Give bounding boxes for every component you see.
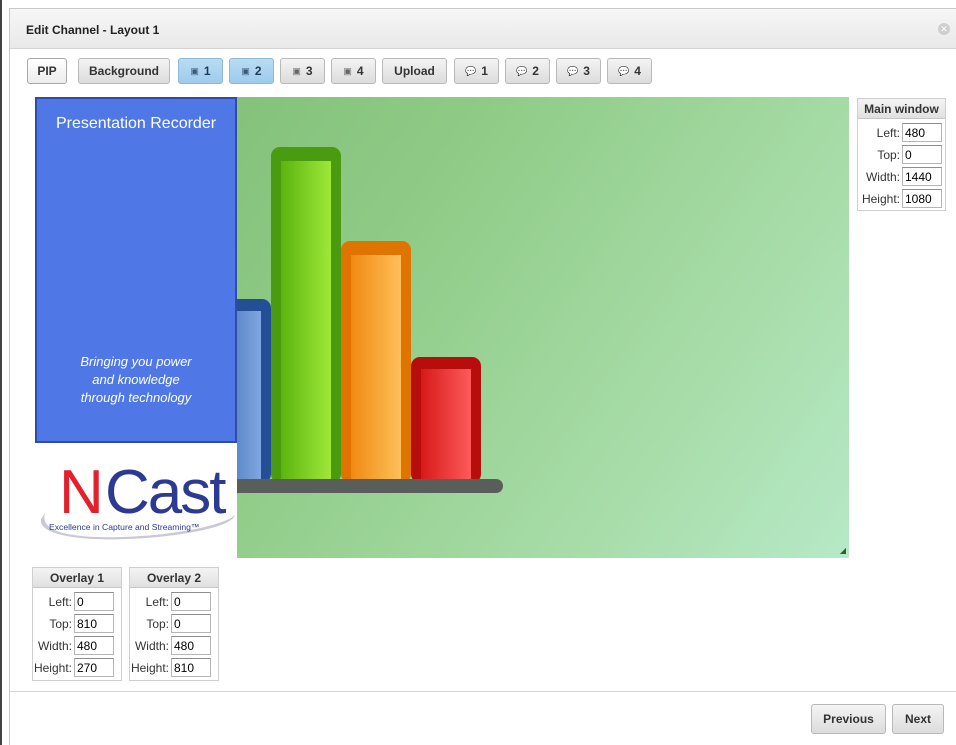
- text-slot-label: 2: [532, 64, 539, 78]
- layout-preview: ◢ Presentation Recorder Bringing you pow…: [35, 97, 849, 558]
- text-slot-3-button[interactable]: 💬 3: [556, 58, 601, 84]
- overlay-1-tagline: Bringing you power and knowledge through t…: [80, 354, 192, 405]
- close-icon[interactable]: ✕: [938, 23, 950, 35]
- next-button[interactable]: Next: [892, 704, 944, 734]
- height-label: Height:: [130, 660, 169, 675]
- background-button[interactable]: Background: [78, 58, 170, 84]
- window-edge: [0, 0, 2, 745]
- svg-text:Cast: Cast: [105, 458, 226, 527]
- image-slot-label: 3: [305, 64, 313, 78]
- upload-button[interactable]: Upload: [382, 58, 447, 84]
- text-icon: 💬: [618, 65, 630, 76]
- pip-button[interactable]: PIP: [27, 58, 67, 84]
- height-label: Height:: [861, 191, 900, 206]
- image-slot-2-button[interactable]: ▣ 2: [229, 58, 274, 84]
- image-slot-3-button[interactable]: ▣ 3: [280, 58, 325, 84]
- overlay-1-panel: Overlay 1 Left: Top: Width: Height:: [32, 567, 122, 681]
- text-slot-label: 3: [583, 64, 590, 78]
- footer-divider: [10, 691, 956, 692]
- image-slot-label: 4: [356, 64, 364, 78]
- overlay-1-panel-title: Overlay 1: [33, 568, 121, 588]
- overlay-1-top-input[interactable]: [74, 614, 114, 633]
- text-slot-2-button[interactable]: 💬 2: [505, 58, 550, 84]
- ncast-logo: N Cast Excellence in Capture and Streami…: [40, 458, 236, 540]
- image-icon: ▣: [241, 65, 250, 76]
- width-label: Width:: [134, 638, 169, 653]
- edit-channel-dialog: Edit Channel - Layout 1 ✕ PIP Background…: [9, 8, 956, 745]
- overlay-2-panel-title: Overlay 2: [130, 568, 218, 588]
- overlay-2-top-input[interactable]: [171, 614, 211, 633]
- main-window-left-input[interactable]: [902, 123, 942, 142]
- height-label: Height:: [33, 660, 72, 675]
- left-label: Left:: [876, 125, 900, 140]
- main-window-panel-title: Main window: [858, 99, 945, 119]
- top-label: Top:: [877, 147, 900, 162]
- left-label: Left:: [145, 594, 169, 609]
- main-window-panel: Main window Left: Top: Width: Height:: [857, 98, 946, 211]
- width-label: Width:: [37, 638, 72, 653]
- top-label: Top:: [49, 616, 72, 631]
- overlay-1-height-input[interactable]: [74, 658, 114, 677]
- dialog-titlebar: Edit Channel - Layout 1 ✕: [10, 9, 956, 49]
- text-slot-label: 4: [634, 64, 641, 78]
- image-icon: ▣: [190, 65, 199, 76]
- text-slot-label: 1: [481, 64, 488, 78]
- image-icon: ▣: [292, 65, 301, 76]
- image-slot-1-button[interactable]: ▣ 1: [178, 58, 223, 84]
- image-slot-4-button[interactable]: ▣ 4: [331, 58, 376, 84]
- svg-text:Excellence in Capture and Stre: Excellence in Capture and Streaming™: [49, 522, 199, 532]
- overlay-2-height-input[interactable]: [171, 658, 211, 677]
- width-label: Width:: [865, 169, 900, 184]
- top-label: Top:: [146, 616, 169, 631]
- text-icon: 💬: [516, 65, 528, 76]
- overlay-2-panel: Overlay 2 Left: Top: Width: Height:: [129, 567, 219, 681]
- overlay-1-width-input[interactable]: [74, 636, 114, 655]
- image-slot-label: 2: [254, 64, 262, 78]
- text-icon: 💬: [465, 65, 477, 76]
- previous-button[interactable]: Previous: [811, 704, 886, 734]
- overlay-2-width-input[interactable]: [171, 636, 211, 655]
- image-icon: ▣: [343, 65, 352, 76]
- main-window-top-input[interactable]: [902, 145, 942, 164]
- svg-text:N: N: [59, 458, 102, 527]
- left-label: Left:: [48, 594, 72, 609]
- resize-handle-icon[interactable]: ◢: [840, 546, 846, 555]
- main-window-width-input[interactable]: [902, 167, 942, 186]
- main-window-height-input[interactable]: [902, 189, 942, 208]
- overlay-1-left-input[interactable]: [74, 592, 114, 611]
- overlay-1-preview[interactable]: Presentation Recorder Bringing you power…: [35, 97, 237, 443]
- text-slot-1-button[interactable]: 💬 1: [454, 58, 499, 84]
- overlay-2-preview[interactable]: N Cast Excellence in Capture and Streami…: [35, 443, 237, 558]
- overlay-1-title: Presentation Recorder: [55, 115, 217, 132]
- overlay-2-left-input[interactable]: [171, 592, 211, 611]
- text-icon: 💬: [567, 65, 579, 76]
- image-slot-label: 1: [203, 64, 211, 78]
- dialog-title: Edit Channel - Layout 1: [26, 23, 160, 37]
- text-slot-4-button[interactable]: 💬 4: [607, 58, 652, 84]
